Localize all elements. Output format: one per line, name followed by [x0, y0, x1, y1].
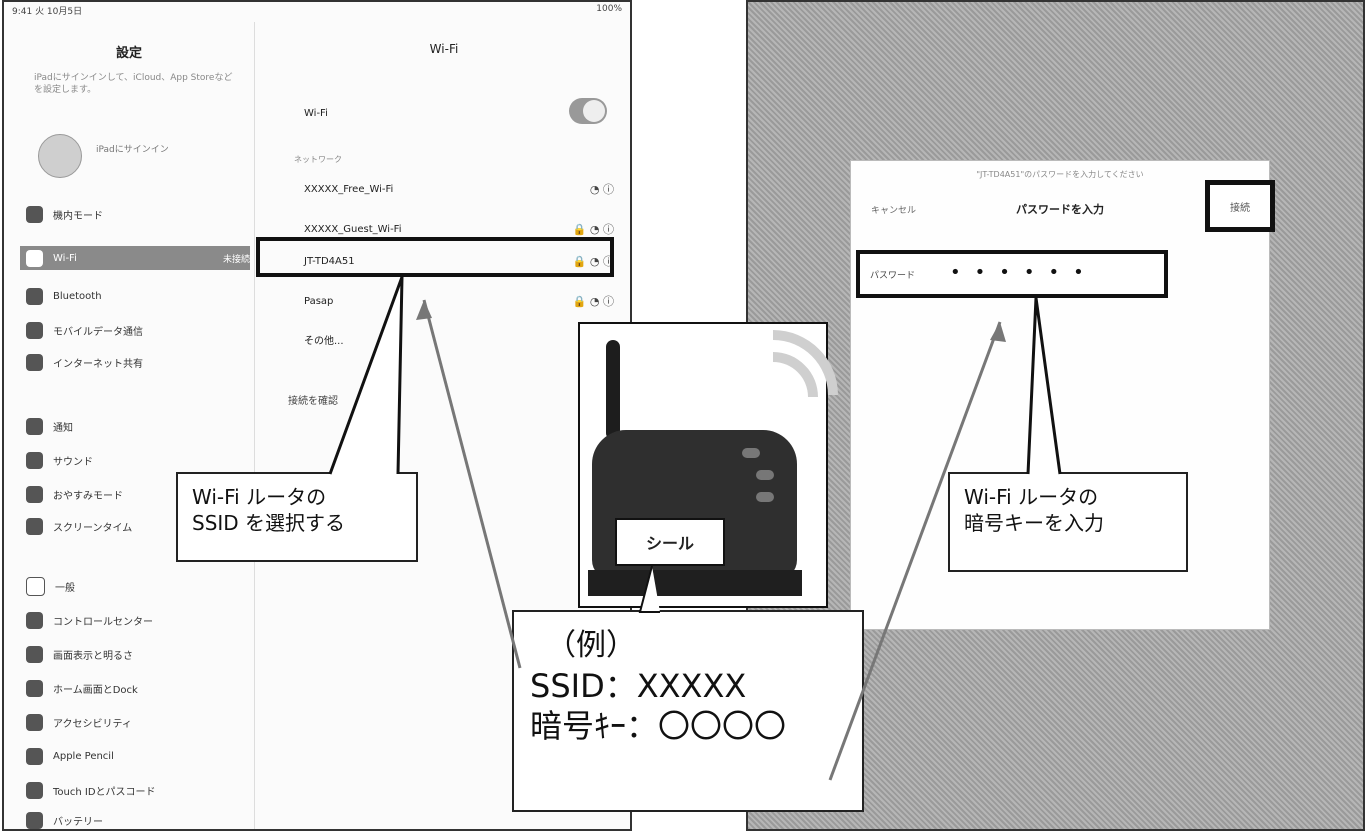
key-arrow [828, 321, 1002, 781]
seal-pointer [638, 565, 660, 613]
arrow-head-icon [416, 300, 432, 320]
ssid-callout-tail [328, 276, 404, 475]
pointer-lines [328, 276, 1062, 781]
ssid-arrow [422, 299, 522, 669]
key-callout-tail [1026, 297, 1062, 475]
